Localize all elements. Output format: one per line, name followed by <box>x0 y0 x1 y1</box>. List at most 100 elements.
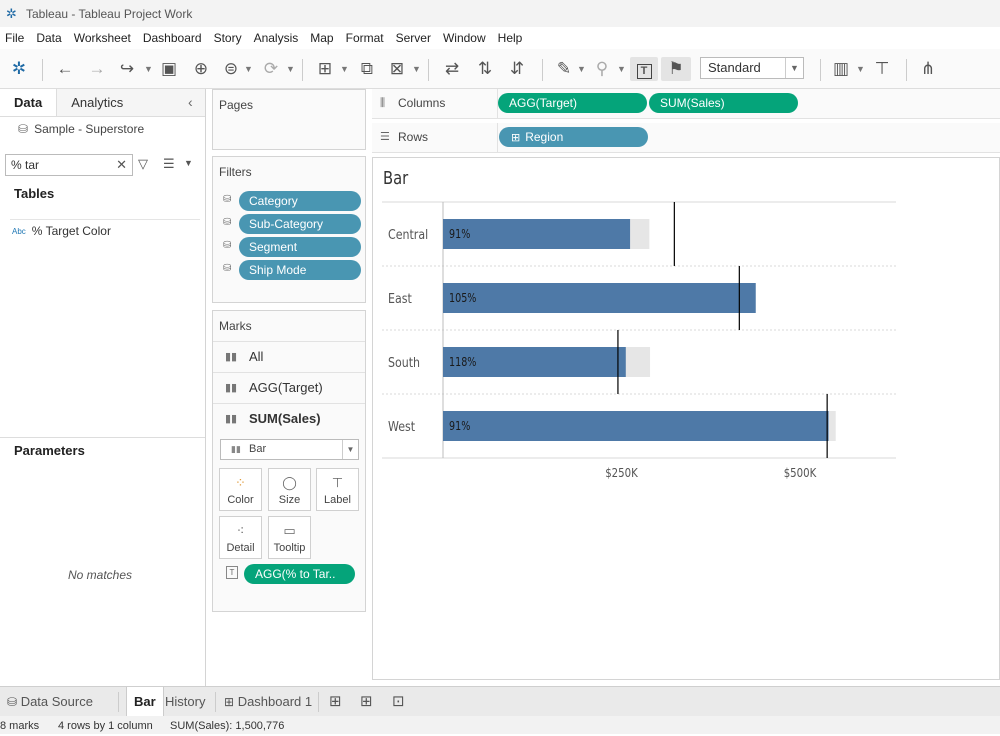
label-icon: ⊤ <box>331 475 344 490</box>
x-tick-label: $500K <box>784 466 817 480</box>
duplicate-sheet-icon[interactable]: ⧉ <box>356 57 378 81</box>
tab-label: Dashboard 1 <box>237 694 313 709</box>
field-name: % Target Color <box>31 224 111 238</box>
menu-worksheet[interactable]: Worksheet <box>69 31 138 45</box>
mark-type-select[interactable]: ▮▮ Bar ▼ <box>220 439 359 460</box>
filter-pill-sub-category[interactable]: Sub-Category <box>239 214 361 234</box>
tab-separator <box>215 692 216 712</box>
size-icon: ◯ <box>282 475 297 490</box>
columns-shelf[interactable]: ⫼ Columns AGG(Target) SUM(Sales) <box>372 89 1000 119</box>
redo-icon[interactable]: → <box>86 57 108 81</box>
tooltip-icon: ▭ <box>283 523 296 538</box>
bar-chart: Central 91% East 105% South 118% West 91% $250K $… <box>382 201 896 480</box>
datasource-icon[interactable]: ⊜ <box>220 57 242 81</box>
menu-file[interactable]: File <box>0 31 31 45</box>
menu-data[interactable]: Data <box>31 31 68 45</box>
tooltip-label: Tooltip <box>273 542 306 554</box>
group-dropdown-icon[interactable]: ▼ <box>617 57 626 81</box>
data-label: 105% <box>449 291 476 305</box>
highlight-dropdown-icon[interactable]: ▼ <box>577 57 586 81</box>
new-worksheet-dropdown-icon[interactable]: ▼ <box>340 57 349 81</box>
tooltip-button[interactable]: ▭ Tooltip <box>268 516 311 559</box>
field-search-input[interactable]: % tar ✕ <box>5 154 133 176</box>
detail-button[interactable]: ⁖ Detail <box>219 516 262 559</box>
sort-ascending-icon[interactable]: ⇅ <box>474 57 496 81</box>
menu-dashboard[interactable]: Dashboard <box>138 31 209 45</box>
datasource-dropdown-icon[interactable]: ▼ <box>244 57 253 81</box>
row-label: West <box>388 419 415 434</box>
datasource-icon: ⛁ <box>7 695 18 709</box>
new-datasource-icon[interactable]: ⊕ <box>190 57 212 81</box>
tab-label: Data Source <box>20 694 93 709</box>
rows-shelf[interactable]: ☰ Rows ⊞ Region <box>372 123 1000 153</box>
refresh-icon[interactable]: ⟳ <box>260 57 282 81</box>
new-worksheet-icon[interactable]: ⊞ <box>314 57 336 81</box>
string-field-icon: Abc <box>12 226 26 236</box>
highlight-icon[interactable]: ✎ <box>554 57 574 81</box>
field-item[interactable]: Abc % Target Color <box>12 224 111 238</box>
group-members-icon[interactable]: ⚲ <box>592 57 612 81</box>
sort-descending-icon[interactable]: ⇵ <box>506 57 528 81</box>
menu-window[interactable]: Window <box>438 31 493 45</box>
marks-layer-label: All <box>249 349 264 364</box>
view-options-dropdown-icon[interactable]: ▼ <box>184 158 193 168</box>
column-pill-target[interactable]: AGG(Target) <box>498 93 647 113</box>
show-me-dropdown-icon[interactable]: ▼ <box>856 57 865 81</box>
menu-help[interactable]: Help <box>493 31 530 45</box>
menu-server[interactable]: Server <box>391 31 438 45</box>
clear-sheet-icon[interactable]: ⊠ <box>386 57 408 81</box>
undo-icon[interactable]: ← <box>54 57 76 81</box>
marks-layer-all[interactable]: ▮▮ All <box>213 341 365 372</box>
tab-separator <box>118 692 119 712</box>
menu-story[interactable]: Story <box>209 31 249 45</box>
presentation-mode-icon[interactable]: ⊤ <box>870 57 894 81</box>
clear-search-icon[interactable]: ✕ <box>116 155 127 175</box>
toolbar-separator <box>302 59 303 81</box>
filter-pill-icon: ⛁ <box>223 194 232 205</box>
filter-pill-category[interactable]: Category <box>239 191 361 211</box>
tab-data-source[interactable]: ⛁ Data Source <box>0 687 100 717</box>
fix-axes-icon[interactable]: ⚑ <box>661 57 691 81</box>
tab-history[interactable]: History <box>158 687 212 717</box>
swap-rows-columns-icon[interactable]: ⇄ <box>440 57 464 81</box>
menu-map[interactable]: Map <box>305 31 340 45</box>
datasource-item[interactable]: ⛁ Sample - Superstore <box>18 122 144 136</box>
filter-pill-segment[interactable]: Segment <box>239 237 361 257</box>
share-icon[interactable]: ⋔ <box>916 57 940 81</box>
show-mark-labels-icon[interactable]: T <box>630 57 658 81</box>
replay-icon[interactable]: ↪ <box>116 57 138 81</box>
toolbar-separator <box>428 59 429 81</box>
filter-icon[interactable]: ▽ <box>138 156 148 172</box>
fit-mode-select[interactable]: Standard ▼ <box>700 57 804 79</box>
marks-title: Marks <box>219 319 252 333</box>
label-button[interactable]: ⊤ Label <box>316 468 359 511</box>
clear-dropdown-icon[interactable]: ▼ <box>412 57 421 81</box>
tableau-home-icon[interactable]: ✲ <box>8 57 30 81</box>
collapse-pane-icon[interactable]: ‹ <box>188 94 193 110</box>
save-icon[interactable]: ▣ <box>158 57 180 81</box>
column-pill-sales[interactable]: SUM(Sales) <box>649 93 798 113</box>
refresh-dropdown-icon[interactable]: ▼ <box>286 57 295 81</box>
menu-analysis[interactable]: Analysis <box>249 31 306 45</box>
tab-dashboard-1[interactable]: ⊞ Dashboard 1 <box>217 687 319 717</box>
data-label: 91% <box>449 227 470 241</box>
new-worksheet-icon[interactable]: ⊞ <box>322 687 349 717</box>
view-options-icon[interactable]: ☰ <box>163 156 175 172</box>
new-dashboard-icon[interactable]: ⊞ <box>353 687 380 717</box>
marks-layer-sales[interactable]: ▮▮ SUM(Sales) <box>213 403 365 434</box>
marks-layer-target[interactable]: ▮▮ AGG(Target) <box>213 372 365 403</box>
title-bar: ✲ Tableau - Tableau Project Work <box>0 0 1000 27</box>
size-button[interactable]: ◯ Size <box>268 468 311 511</box>
filters-card[interactable]: Filters ⛁ Category ⛁ Sub-Category ⛁ Segm… <box>212 156 366 303</box>
menu-format[interactable]: Format <box>341 31 391 45</box>
tab-data[interactable]: Data <box>0 89 58 116</box>
replay-dropdown-icon[interactable]: ▼ <box>144 57 153 81</box>
show-me-icon[interactable]: ▥ <box>830 57 852 81</box>
color-button[interactable]: ⁘ Color <box>219 468 262 511</box>
row-pill-region[interactable]: ⊞ Region <box>499 127 648 147</box>
new-story-icon[interactable]: ⊡ <box>385 687 412 717</box>
filter-pill-ship-mode[interactable]: Ship Mode <box>239 260 361 280</box>
label-pill[interactable]: AGG(% to Tar.. <box>244 564 355 584</box>
tab-analytics[interactable]: Analytics <box>57 89 137 116</box>
pages-card[interactable]: Pages <box>212 89 366 150</box>
